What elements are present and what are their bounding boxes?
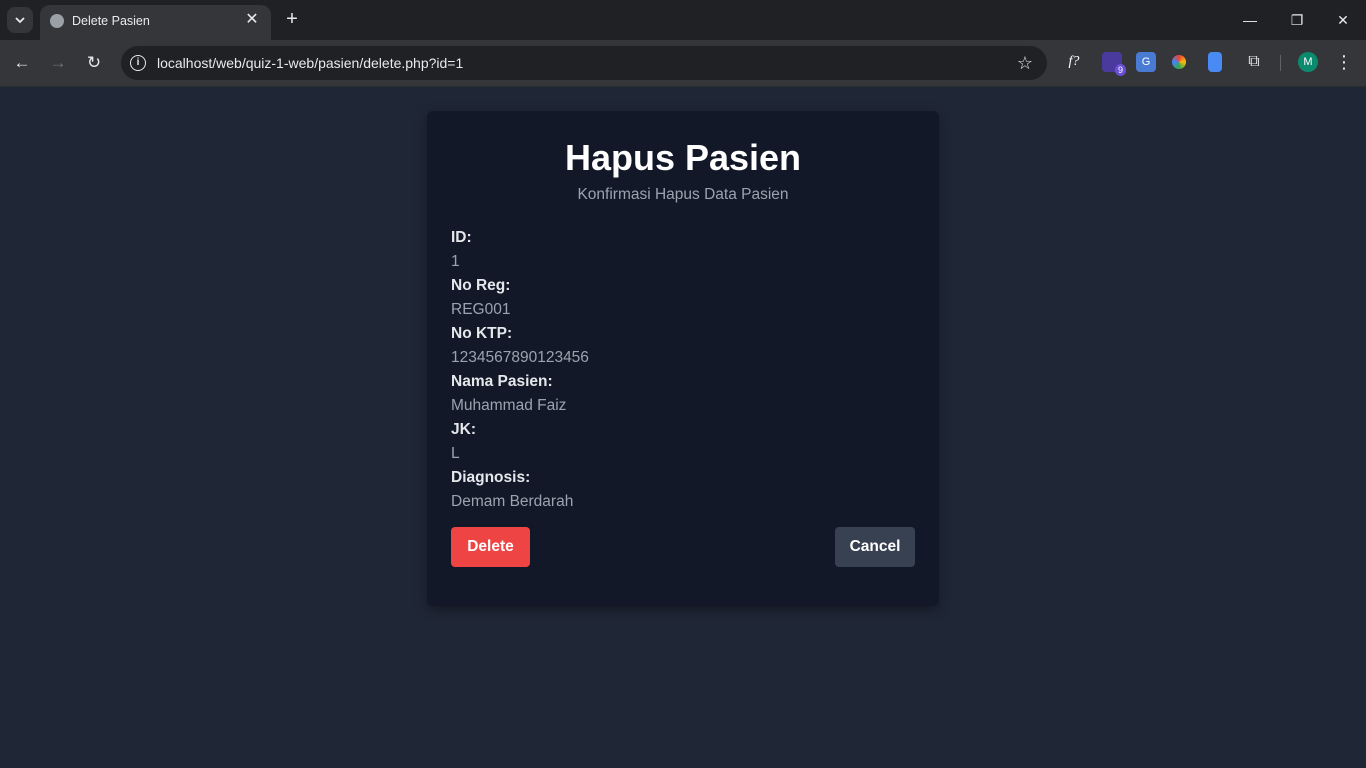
field-value-diagnosis: Demam Berdarah: [451, 493, 574, 510]
field-label-nama-pasien: Nama Pasien:: [451, 373, 553, 390]
back-icon[interactable]: ←: [11, 52, 33, 74]
field-label-no-reg: No Reg:: [451, 277, 511, 294]
field-value-no-ktp: 1234567890123456: [451, 349, 589, 366]
docs-ext-icon[interactable]: [1208, 52, 1222, 72]
field-label-diagnosis: Diagnosis:: [451, 469, 531, 486]
page-title: Hapus Pasien: [564, 137, 802, 178]
extension-badge-count: 9: [1114, 64, 1126, 76]
field-label-jk: JK:: [451, 421, 476, 438]
field-value-id: 1: [451, 253, 460, 270]
restore-icon[interactable]: ❐: [1285, 8, 1309, 32]
cancel-button[interactable]: Cancel: [835, 527, 915, 567]
more-menu-icon[interactable]: ⋮: [1334, 52, 1354, 72]
tab-strip: Delete Pasien ✕ + — ❐ ✕: [0, 0, 1366, 40]
minimize-icon[interactable]: —: [1238, 8, 1262, 32]
toolbar-separator: [1280, 55, 1281, 71]
close-icon[interactable]: ✕: [243, 11, 261, 29]
field-value-no-reg: REG001: [451, 301, 511, 318]
reload-icon[interactable]: ↻: [83, 52, 105, 74]
font-ext-icon[interactable]: f?: [1064, 52, 1084, 72]
field-value-jk: L: [451, 445, 460, 462]
translate-icon[interactable]: G: [1136, 52, 1156, 72]
avatar[interactable]: M: [1298, 52, 1318, 72]
tab-search-button[interactable]: [7, 7, 33, 33]
page-subtitle: Konfirmasi Hapus Data Pasien: [577, 186, 789, 203]
browser-toolbar: ← → ↻ i localhost/web/quiz-1-web/pasien/…: [0, 40, 1366, 87]
delete-button[interactable]: Delete: [451, 527, 530, 567]
globe-icon: [50, 14, 64, 28]
delete-confirmation-card: Hapus Pasien Konfirmasi Hapus Data Pasie…: [427, 111, 939, 606]
field-label-no-ktp: No KTP:: [451, 325, 513, 342]
field-value-nama-pasien: Muhammad Faiz: [451, 397, 567, 414]
new-tab-button[interactable]: +: [282, 9, 302, 29]
field-label-id: ID:: [451, 229, 472, 246]
color-ext-icon[interactable]: [1172, 55, 1186, 69]
chevron-down-icon: [15, 17, 25, 24]
page-viewport: Hapus Pasien Konfirmasi Hapus Data Pasie…: [0, 87, 1366, 768]
address-bar[interactable]: i localhost/web/quiz-1-web/pasien/delete…: [121, 46, 1047, 80]
puzzle-icon[interactable]: ⧉: [1244, 52, 1264, 72]
forward-icon[interactable]: →: [47, 52, 69, 74]
window-close-icon[interactable]: ✕: [1331, 8, 1355, 32]
url-text[interactable]: localhost/web/quiz-1-web/pasien/delete.p…: [157, 55, 463, 71]
browser-chrome: Delete Pasien ✕ + — ❐ ✕ ← → ↻ i localhos…: [0, 0, 1366, 87]
bookmark-star-icon[interactable]: ☆: [1017, 52, 1033, 74]
info-icon[interactable]: i: [130, 55, 146, 71]
tab-title: Delete Pasien: [72, 14, 150, 28]
tab-active[interactable]: Delete Pasien ✕: [40, 5, 271, 40]
patient-details: ID: 1 No Reg: REG001 No KTP: 12345678901…: [451, 226, 915, 514]
extension-badge-icon[interactable]: 9: [1102, 52, 1126, 76]
